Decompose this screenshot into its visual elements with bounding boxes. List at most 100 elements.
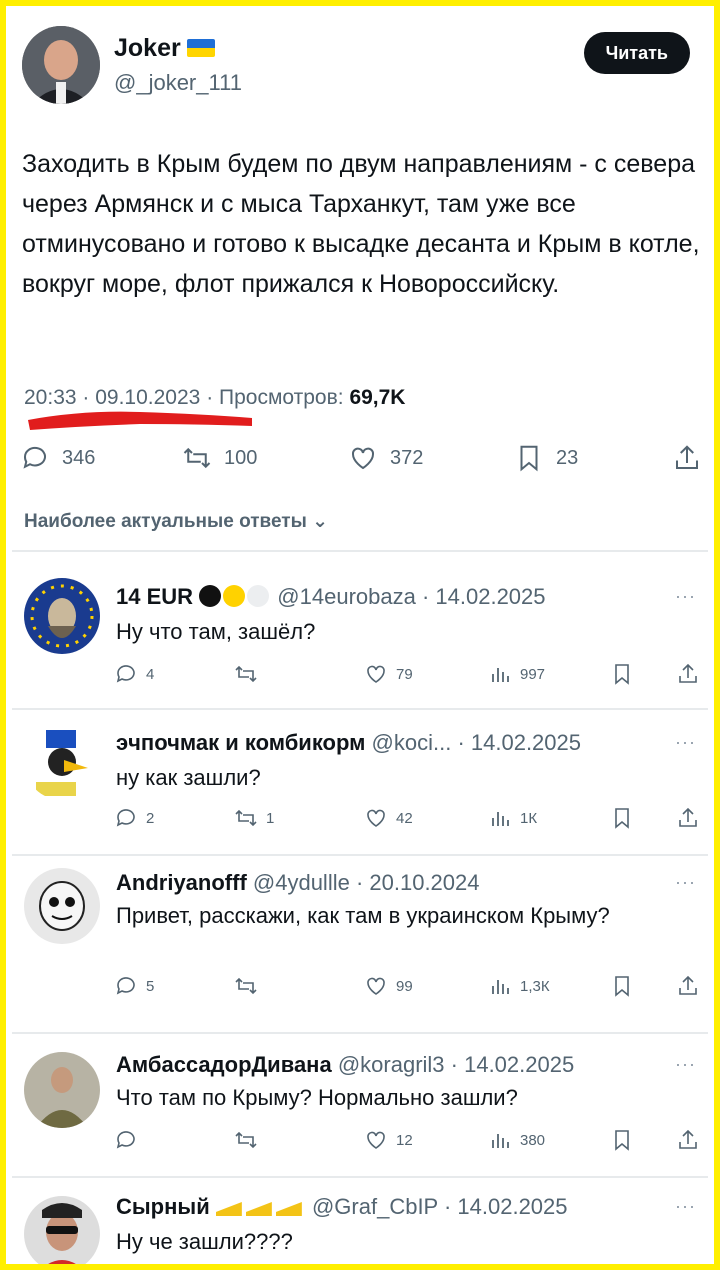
like-button[interactable]: 79 xyxy=(364,662,413,686)
reply-author-handle[interactable]: @koci... xyxy=(372,730,452,755)
views-icon xyxy=(492,980,509,994)
like-count: 42 xyxy=(396,809,413,827)
more-icon[interactable]: ··· xyxy=(675,586,696,607)
bookmark-icon xyxy=(615,808,629,829)
share-icon xyxy=(679,807,697,827)
reply-avatar[interactable] xyxy=(24,868,100,944)
reply-text: Ну че зашли???? xyxy=(116,1229,293,1254)
more-icon[interactable]: ··· xyxy=(675,1054,696,1075)
bookmark-icon xyxy=(615,1130,629,1151)
yellow-circle-icon xyxy=(223,585,246,607)
like-button[interactable]: 12 xyxy=(364,1128,413,1152)
retweet-count: 1 xyxy=(266,809,275,827)
reply-author-handle[interactable]: @Graf_CbIP xyxy=(312,1194,438,1219)
retweet-button[interactable] xyxy=(234,974,266,998)
reply-author-handle[interactable]: @koragril3 xyxy=(338,1052,445,1077)
views-button[interactable]: 380 xyxy=(488,1128,545,1152)
retweet-count: 100 xyxy=(224,446,258,469)
share-button[interactable] xyxy=(676,1128,700,1152)
like-icon xyxy=(367,977,385,995)
views-icon xyxy=(492,668,509,682)
share-button[interactable] xyxy=(676,806,700,830)
best-answers-dropdown[interactable]: Наиболее актуальные ответы ⌄ xyxy=(24,510,328,533)
share-icon xyxy=(676,445,698,469)
share-icon xyxy=(679,663,697,683)
white-circle-icon xyxy=(247,585,270,607)
like-icon xyxy=(367,809,385,827)
retweet-button[interactable]: 1 xyxy=(234,806,274,830)
reply-icon xyxy=(116,809,135,827)
reply-text: Привет, расскажи, как там в украинском К… xyxy=(116,903,610,928)
reply-button[interactable]: 4 xyxy=(114,662,154,686)
retweet-button[interactable] xyxy=(234,1128,266,1152)
reply-avatar[interactable] xyxy=(24,724,100,800)
bookmark-button[interactable] xyxy=(610,806,634,830)
more-icon[interactable]: ··· xyxy=(675,872,696,893)
author-handle[interactable]: @_joker_111 xyxy=(114,70,242,96)
read-button[interactable]: Читать xyxy=(583,32,690,74)
reply-actions: 5 99 1,3К xyxy=(114,974,704,1004)
reply-icon xyxy=(116,665,135,683)
reply-author-name[interactable]: АмбассадорДивана xyxy=(116,1052,332,1077)
bookmark-button[interactable]: 23 xyxy=(514,438,578,478)
more-icon[interactable]: ··· xyxy=(675,1196,696,1217)
tweet-text: Заходить в Крым будем по двум направлени… xyxy=(22,150,700,298)
views-count: 1К xyxy=(520,809,538,827)
cheese-icon xyxy=(275,1202,302,1216)
cheese-icon xyxy=(215,1202,242,1216)
retweet-icon xyxy=(235,1131,257,1149)
bookmark-button[interactable] xyxy=(610,974,634,998)
like-button[interactable]: 42 xyxy=(364,806,413,830)
reply-avatar[interactable] xyxy=(24,1196,100,1264)
bookmark-icon xyxy=(615,664,629,685)
reply-author-name[interactable]: эчпочмак и комбикорм xyxy=(116,730,365,755)
reply-author-handle[interactable]: @14eurobaza xyxy=(277,584,416,609)
author-avatar[interactable] xyxy=(22,26,100,104)
reply-author-name[interactable]: 14 EUR xyxy=(116,584,193,609)
like-icon xyxy=(367,1131,385,1149)
bookmark-button[interactable] xyxy=(610,662,634,686)
views-count: 69,7K xyxy=(349,386,406,409)
views-button[interactable]: 1,3К xyxy=(488,974,550,998)
reply-author-handle[interactable]: @4ydullle xyxy=(253,870,350,895)
reply-icon xyxy=(116,977,135,995)
more-icon[interactable]: ··· xyxy=(675,732,696,753)
divider xyxy=(12,708,708,710)
retweet-icon xyxy=(235,809,257,827)
reply-count: 5 xyxy=(146,977,155,995)
reply-author-name[interactable]: Сырный xyxy=(116,1194,210,1219)
reply-text: ну как зашли? xyxy=(116,765,261,790)
share-icon xyxy=(679,975,697,995)
cheese-icon xyxy=(245,1202,272,1216)
share-button[interactable] xyxy=(676,662,700,686)
views-count: 380 xyxy=(520,1131,546,1149)
views-icon xyxy=(492,1134,509,1148)
retweet-button[interactable]: 100 xyxy=(182,438,257,478)
reply-avatar[interactable] xyxy=(24,1052,100,1128)
like-button[interactable]: 372 xyxy=(348,438,423,478)
like-count: 372 xyxy=(390,446,424,469)
author-name[interactable]: Joker xyxy=(114,34,215,63)
reply-icon xyxy=(116,1131,135,1149)
reply-button[interactable] xyxy=(114,1128,146,1152)
reply-button[interactable]: 346 xyxy=(20,438,95,478)
like-button[interactable]: 99 xyxy=(364,974,413,998)
reply-count: 4 xyxy=(146,665,155,683)
bookmark-count: 23 xyxy=(556,446,579,469)
reply-avatar[interactable] xyxy=(24,578,100,654)
share-button[interactable] xyxy=(676,974,700,998)
views-button[interactable]: 1К xyxy=(488,806,537,830)
reply-author-name[interactable]: Andriyanofff xyxy=(116,870,247,895)
retweet-button[interactable] xyxy=(234,662,266,686)
reply-date[interactable]: 14.02.2025 xyxy=(435,584,545,609)
reply-button[interactable]: 5 xyxy=(114,974,154,998)
bookmark-button[interactable] xyxy=(610,1128,634,1152)
reply-date[interactable]: 14.02.2025 xyxy=(464,1052,574,1077)
reply-date[interactable]: 14.02.2025 xyxy=(457,1194,567,1219)
share-button[interactable] xyxy=(672,438,702,478)
views-button[interactable]: 997 xyxy=(488,662,545,686)
reply-button[interactable]: 2 xyxy=(114,806,154,830)
reply-date[interactable]: 20.10.2024 xyxy=(369,870,479,895)
reply-date[interactable]: 14.02.2025 xyxy=(471,730,581,755)
chevron-down-icon: ⌄ xyxy=(312,511,329,532)
